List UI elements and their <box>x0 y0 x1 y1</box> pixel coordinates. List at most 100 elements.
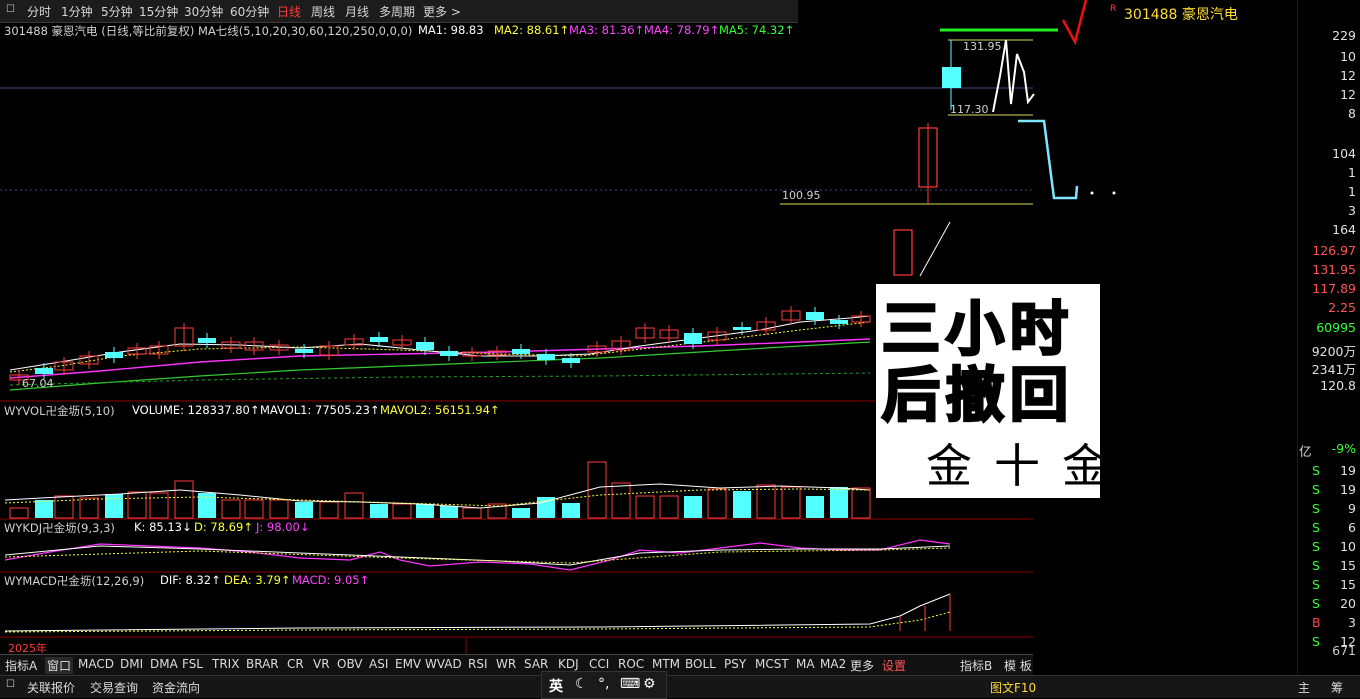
price-label-100: 100.95 <box>782 189 821 202</box>
indicator-tab-11[interactable]: ASI <box>369 657 388 671</box>
volume-bar <box>392 503 412 519</box>
candle-body <box>830 320 848 324</box>
indicator-tab-20[interactable]: MTM <box>652 657 680 671</box>
panel-toggle-icon[interactable]: ☐ <box>6 679 15 690</box>
indicator-tab-21[interactable]: BOLL <box>685 657 716 671</box>
quote-value-6: 1 <box>1348 165 1356 180</box>
indicator-tab-2[interactable]: MACD <box>78 657 114 671</box>
indicator-tab-29[interactable]: 模 板 <box>1004 657 1032 674</box>
volume-bar <box>635 495 655 519</box>
candlesticks <box>9 306 871 385</box>
quote-value-16: 2341万 <box>1311 362 1356 377</box>
tab-related-quote[interactable]: 关联报价 <box>27 679 75 696</box>
stock-name: 301488 豪恩汽电 <box>1124 7 1238 23</box>
indicator-tab-13[interactable]: WVAD <box>425 657 462 671</box>
indicator-tab-1[interactable]: 窗口 <box>45 657 74 674</box>
volume-bar <box>174 480 194 519</box>
candle-body <box>537 354 555 360</box>
keyboard-icon[interactable]: ⌨ <box>620 676 640 692</box>
indicator-tab-6[interactable]: TRIX <box>212 657 239 671</box>
volume-bar <box>79 497 99 519</box>
candle-body <box>35 368 53 374</box>
volume-bar <box>684 496 702 518</box>
volume-bar <box>198 493 216 518</box>
indicator-tab-0[interactable]: 指标A <box>5 657 37 674</box>
indicator-tab-16[interactable]: SAR <box>524 657 548 671</box>
quote-value-17: 120.8 <box>1320 378 1356 393</box>
tick-side-1: S <box>1312 482 1320 497</box>
indicator-tab-12[interactable]: EMV <box>395 657 421 671</box>
tick-side-3: S <box>1312 520 1320 535</box>
tab-capital-flow[interactable]: 资金流向 <box>152 679 200 696</box>
indicator-tab-25[interactable]: MA2 <box>820 657 846 671</box>
indicator-tab-22[interactable]: PSY <box>724 657 746 671</box>
quote-value-2: 12 <box>1340 68 1356 83</box>
volume-bar <box>9 507 29 519</box>
volume-bar <box>851 487 871 519</box>
chips-button[interactable]: 筹 <box>1331 679 1343 696</box>
kdj-j-value: J: 98.00↓ <box>256 520 310 534</box>
quote-value-0: 229 <box>1332 28 1356 43</box>
volume-bar <box>440 506 458 518</box>
indicator-tab-28[interactable]: 指标B <box>960 657 992 674</box>
quote-value-5: 104 <box>1332 146 1356 161</box>
candle-body <box>733 327 751 330</box>
indicator-tab-15[interactable]: WR <box>496 657 516 671</box>
status-bar: ☐ 关联报价 交易查询 资金流向 图文F10 主 筹 <box>0 675 1360 698</box>
kdj-d-value: D: 78.69↑ <box>194 520 253 534</box>
indicator-tab-4[interactable]: DMA <box>150 657 178 671</box>
macd-indicator-name[interactable]: WYMACD卍金坜(12,26,9) <box>4 573 144 589</box>
indicator-tab-14[interactable]: RSI <box>468 657 488 671</box>
ime-lang[interactable]: 英 <box>549 676 563 696</box>
indicator-tab-17[interactable]: KDJ <box>558 657 579 671</box>
indicator-tab-8[interactable]: CR <box>287 657 304 671</box>
main-button[interactable]: 主 <box>1298 679 1310 696</box>
gear-icon[interactable]: ⚙ <box>643 676 656 692</box>
indicator-tab-27[interactable]: 设置 <box>882 657 906 674</box>
indicator-tab-26[interactable]: 更多 <box>850 657 874 674</box>
quote-value-13: 2.25 <box>1328 300 1356 315</box>
volume-indicator-name[interactable]: WYVOL卍金坜(5,10) <box>4 403 115 419</box>
kdj-indicator-name[interactable]: WYKDJ卍金坜(9,3,3) <box>4 520 115 536</box>
quote-value-8: 3 <box>1348 203 1356 218</box>
indicator-tab-19[interactable]: ROC <box>618 657 644 671</box>
candle-body <box>416 342 434 350</box>
quote-value-7: 1 <box>1348 184 1356 199</box>
volume-value: VOLUME: 128337.80↑ <box>132 403 260 417</box>
ime-toolbar[interactable]: 英 ☾ °, ⌨ ⚙ <box>541 671 667 699</box>
volume-bar <box>295 502 313 518</box>
indicator-tab-24[interactable]: MA <box>796 657 815 671</box>
tick-last-value: 671 <box>1332 643 1356 658</box>
f10-button[interactable]: 图文F10 <box>990 679 1036 696</box>
indicator-tab-3[interactable]: DMI <box>120 657 143 671</box>
tick-volume-6: 15 <box>1340 577 1356 592</box>
volume-bar <box>105 494 123 518</box>
tick-volume-5: 15 <box>1340 558 1356 573</box>
volume-bar <box>733 491 751 518</box>
kline-chart[interactable] <box>0 0 1297 654</box>
punctuation-icon[interactable]: °, <box>598 676 609 692</box>
volume-bar <box>244 499 264 519</box>
price-label-117: 117.30 <box>950 103 989 116</box>
volume-bar <box>344 492 364 519</box>
indicator-tab-5[interactable]: FSL <box>182 657 203 671</box>
volume-bar <box>659 495 679 519</box>
volume-bar <box>35 500 53 518</box>
volume-bar <box>54 495 74 519</box>
tick-side-5: S <box>1312 558 1320 573</box>
tab-trade-query[interactable]: 交易查询 <box>90 679 138 696</box>
indicator-tab-23[interactable]: MCST <box>755 657 789 671</box>
tick-volume-4: 10 <box>1340 539 1356 554</box>
candle-body <box>806 312 824 320</box>
volume-bar <box>587 461 607 519</box>
indicator-tab-9[interactable]: VR <box>313 657 330 671</box>
stock-header: R 301488 豪恩汽电 <box>1100 0 1297 44</box>
macd-dea-value: DEA: 3.79↑ <box>224 573 291 587</box>
indicator-tab-18[interactable]: CCI <box>589 657 609 671</box>
tick-volume-2: 9 <box>1348 501 1356 516</box>
indicator-tab-7[interactable]: BRAR <box>246 657 279 671</box>
indicator-tab-10[interactable]: OBV <box>337 657 363 671</box>
overlay-line3: 金十金 <box>926 439 1130 493</box>
low-price-label: 67.04 <box>22 377 54 390</box>
moon-icon[interactable]: ☾ <box>575 676 588 692</box>
